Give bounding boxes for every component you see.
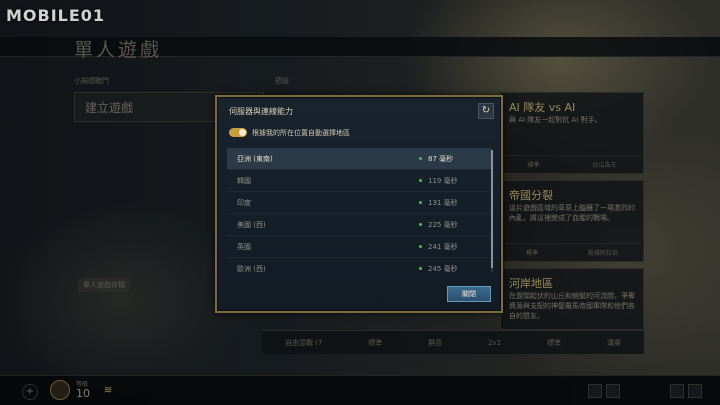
scrollbar-thumb[interactable] [491, 150, 493, 268]
server-name: 韓國 [237, 176, 251, 185]
server-row[interactable]: 英國 241 毫秒 [227, 236, 491, 258]
server-row[interactable]: 歐洲 (西) 245 毫秒 [227, 258, 491, 274]
server-name: 亞洲 (東南) [237, 154, 273, 163]
ping-status-icon [419, 179, 422, 182]
server-ping: 119 毫秒 [428, 176, 458, 185]
server-list-scrollbar[interactable] [491, 150, 493, 272]
server-list: 亞洲 (東南) 87 毫秒 韓國 119 毫秒 印度 131 毫秒 美國 (西)… [227, 148, 491, 274]
ping-status-icon [419, 245, 422, 248]
server-row[interactable]: 亞洲 (東南) 87 毫秒 [227, 148, 491, 170]
ping-status-icon [419, 223, 422, 226]
server-name: 英國 [237, 242, 251, 251]
dialog-title: 伺服器與連線能力 [229, 107, 293, 116]
server-connectivity-dialog: 伺服器與連線能力 ↻ 根據我的所在位置自動選擇地區 亞洲 (東南) 87 毫秒 … [215, 95, 503, 313]
server-name: 歐洲 (西) [237, 264, 266, 273]
server-ping: 225 毫秒 [428, 220, 458, 229]
ping-status-icon [419, 201, 422, 204]
server-row[interactable]: 美國 (西) 225 毫秒 [227, 214, 491, 236]
server-ping: 87 毫秒 [428, 154, 454, 163]
server-name: 印度 [237, 198, 251, 207]
ping-status-icon [419, 267, 422, 270]
server-row[interactable]: 韓國 119 毫秒 [227, 170, 491, 192]
server-row[interactable]: 印度 131 毫秒 [227, 192, 491, 214]
refresh-icon[interactable]: ↻ [478, 103, 494, 119]
server-ping: 245 毫秒 [428, 264, 458, 273]
server-name: 美國 (西) [237, 220, 266, 229]
auto-select-toggle[interactable] [229, 128, 247, 137]
ping-status-icon [419, 157, 422, 160]
close-button[interactable]: 關閉 [447, 286, 491, 302]
server-ping: 131 毫秒 [428, 198, 458, 207]
server-ping: 241 毫秒 [428, 242, 458, 251]
auto-select-label: 根據我的所在位置自動選擇地區 [252, 129, 350, 137]
